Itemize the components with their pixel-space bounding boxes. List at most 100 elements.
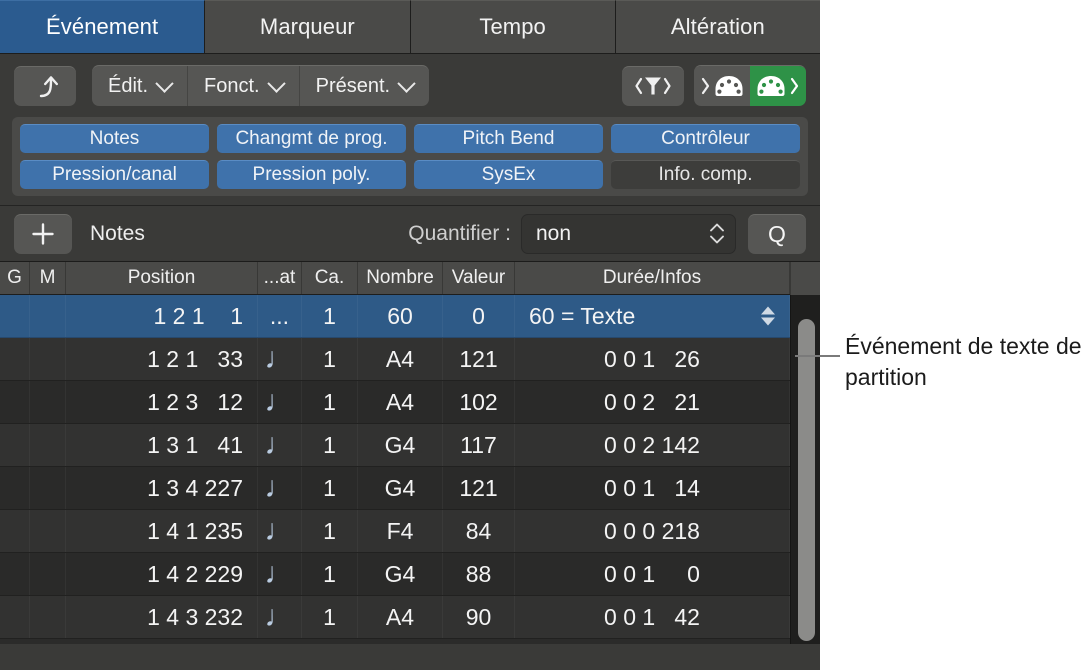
filter-poly-pressure[interactable]: Pression poly. — [217, 160, 406, 189]
cell-length-info[interactable]: 0 0 1 42 — [515, 596, 790, 638]
add-event-button[interactable] — [14, 214, 72, 254]
cell-length-info[interactable]: 0 0 2 142 — [515, 424, 790, 466]
tab-evenement[interactable]: Événement — [0, 0, 205, 53]
cell-g[interactable] — [0, 510, 30, 552]
cell-value[interactable]: 88 — [443, 553, 515, 595]
table-row[interactable]: 1 4 1 235 ♩ 1 F4 84 0 0 0 218 — [0, 510, 820, 553]
cell-status[interactable]: ♩ — [258, 338, 302, 380]
cell-length-info[interactable]: 0 0 1 0 — [515, 553, 790, 595]
cell-position[interactable]: 1 4 1 235 — [66, 510, 258, 552]
cell-channel[interactable]: 1 — [302, 424, 358, 466]
cell-g[interactable] — [0, 596, 30, 638]
filter-pitch-bend[interactable]: Pitch Bend — [414, 124, 603, 153]
cell-position[interactable]: 1 3 1 41 — [66, 424, 258, 466]
table-row[interactable]: 1 2 1 1 ... 1 60 0 60 = Texte — [0, 295, 820, 338]
cell-g[interactable] — [0, 295, 30, 337]
filter-channel-pressure[interactable]: Pression/canal — [20, 160, 209, 189]
cell-position[interactable]: 1 4 2 229 — [66, 553, 258, 595]
cell-m[interactable] — [30, 381, 66, 423]
cell-status[interactable]: ♩ — [258, 381, 302, 423]
cell-value[interactable]: 84 — [443, 510, 515, 552]
cell-m[interactable] — [30, 295, 66, 337]
column-header-g[interactable]: G — [0, 262, 30, 294]
cell-m[interactable] — [30, 553, 66, 595]
cell-length-info[interactable]: 0 0 0 218 — [515, 510, 790, 552]
cell-status[interactable]: ♩ — [258, 467, 302, 509]
cell-status[interactable]: ♩ — [258, 553, 302, 595]
column-header-value[interactable]: Valeur — [443, 262, 515, 294]
cell-number[interactable]: 60 — [358, 295, 443, 337]
table-row[interactable]: 1 4 2 229 ♩ 1 G4 88 0 0 1 0 — [0, 553, 820, 596]
cell-m[interactable] — [30, 596, 66, 638]
cell-status[interactable]: ... — [258, 295, 302, 337]
cell-g[interactable] — [0, 381, 30, 423]
cell-channel[interactable]: 1 — [302, 596, 358, 638]
column-header-number[interactable]: Nombre — [358, 262, 443, 294]
menu-functions[interactable]: Fonct. — [188, 66, 300, 106]
cell-value[interactable]: 121 — [443, 467, 515, 509]
menu-edit[interactable]: Édit. — [92, 66, 188, 106]
quantize-select[interactable]: non — [521, 214, 736, 254]
cell-number[interactable]: A4 — [358, 596, 443, 638]
cell-length-info[interactable]: 0 0 2 21 — [515, 381, 790, 423]
midi-in-button[interactable] — [694, 66, 750, 106]
cell-g[interactable] — [0, 553, 30, 595]
tab-tempo[interactable]: Tempo — [411, 0, 616, 53]
table-row[interactable]: 1 2 1 33 ♩ 1 A4 121 0 0 1 26 — [0, 338, 820, 381]
cell-g[interactable] — [0, 338, 30, 380]
column-header-position[interactable]: Position — [66, 262, 258, 294]
table-row[interactable]: 1 2 3 12 ♩ 1 A4 102 0 0 2 21 — [0, 381, 820, 424]
table-row[interactable]: 1 3 4 227 ♩ 1 G4 121 0 0 1 14 — [0, 467, 820, 510]
cell-value[interactable]: 0 — [443, 295, 515, 337]
cell-number[interactable]: F4 — [358, 510, 443, 552]
cell-length-info[interactable]: 0 0 1 26 — [515, 338, 790, 380]
column-header-status[interactable]: ...at — [258, 262, 302, 294]
menu-view[interactable]: Présent. — [300, 66, 429, 106]
cell-value[interactable]: 90 — [443, 596, 515, 638]
cell-m[interactable] — [30, 338, 66, 380]
cell-m[interactable] — [30, 510, 66, 552]
cell-channel[interactable]: 1 — [302, 553, 358, 595]
cell-value[interactable]: 121 — [443, 338, 515, 380]
cell-value[interactable]: 117 — [443, 424, 515, 466]
column-header-channel[interactable]: Ca. — [302, 262, 358, 294]
cell-channel[interactable]: 1 — [302, 295, 358, 337]
cell-position[interactable]: 1 2 3 12 — [66, 381, 258, 423]
cell-position[interactable]: 1 2 1 33 — [66, 338, 258, 380]
cell-length-info[interactable]: 0 0 1 14 — [515, 467, 790, 509]
table-row[interactable]: 1 3 1 41 ♩ 1 G4 117 0 0 2 142 — [0, 424, 820, 467]
catch-playhead-button[interactable] — [14, 66, 76, 106]
quantize-apply-button[interactable]: Q — [748, 214, 806, 254]
cell-status[interactable]: ♩ — [258, 596, 302, 638]
cell-channel[interactable]: 1 — [302, 467, 358, 509]
cell-position[interactable]: 1 3 4 227 — [66, 467, 258, 509]
cell-number[interactable]: G4 — [358, 553, 443, 595]
cell-status[interactable]: ♩ — [258, 510, 302, 552]
filter-notes[interactable]: Notes — [20, 124, 209, 153]
cell-channel[interactable]: 1 — [302, 381, 358, 423]
filter-controller[interactable]: Contrôleur — [611, 124, 800, 153]
column-header-length[interactable]: Durée/Infos — [515, 262, 790, 294]
cell-position[interactable]: 1 2 1 1 — [66, 295, 258, 337]
filter-program-change[interactable]: Changmt de prog. — [217, 124, 406, 153]
cell-number[interactable]: A4 — [358, 381, 443, 423]
stepper-down-icon[interactable] — [761, 318, 775, 326]
tab-alteration[interactable]: Altération — [616, 0, 820, 53]
cell-length-info[interactable]: 60 = Texte — [515, 295, 790, 337]
cell-value[interactable]: 102 — [443, 381, 515, 423]
cell-status[interactable]: ♩ — [258, 424, 302, 466]
midi-filter-button[interactable] — [622, 66, 684, 106]
column-header-m[interactable]: M — [30, 262, 66, 294]
vertical-scrollbar-thumb[interactable] — [798, 319, 815, 641]
cell-g[interactable] — [0, 467, 30, 509]
filter-additional-info[interactable]: Info. comp. — [611, 160, 800, 189]
table-row[interactable]: 1 4 3 232 ♩ 1 A4 90 0 0 1 42 — [0, 596, 820, 639]
cell-number[interactable]: A4 — [358, 338, 443, 380]
value-stepper[interactable] — [761, 307, 775, 326]
cell-m[interactable] — [30, 467, 66, 509]
cell-channel[interactable]: 1 — [302, 510, 358, 552]
cell-channel[interactable]: 1 — [302, 338, 358, 380]
filter-sysex[interactable]: SysEx — [414, 160, 603, 189]
stepper-up-icon[interactable] — [761, 307, 775, 315]
cell-g[interactable] — [0, 424, 30, 466]
